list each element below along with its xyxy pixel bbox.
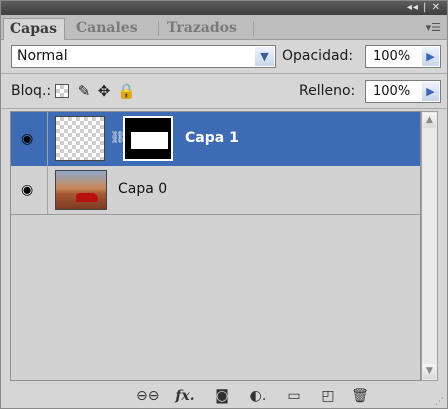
panel-window-controls[interactable]: ◂◂ | ✕	[407, 1, 441, 15]
layer-name[interactable]: Capa 0	[118, 181, 167, 197]
new-layer-icon[interactable]: ◰	[319, 387, 337, 405]
delete-icon[interactable]: 🗑	[351, 387, 369, 405]
panel-footer: ⊖⊖ fx. ◙ ◐. ▭ ◰ 🗑 ⋰	[1, 383, 447, 409]
layer-thumbnail[interactable]	[55, 170, 107, 210]
opacity-value: 100%	[373, 49, 411, 64]
visibility-cell[interactable]: ◉	[11, 166, 48, 214]
blend-mode-value: Normal	[17, 48, 68, 64]
car-image	[76, 193, 98, 202]
eye-icon[interactable]: ◉	[21, 132, 37, 146]
fill-field[interactable]: 100% ▶	[365, 80, 441, 103]
layers-panel: ◂◂ | ✕ Capas Canales Trazados ▾☰ Normal …	[0, 0, 448, 409]
tab-trazados[interactable]: Trazados	[161, 18, 253, 38]
tab-divider	[158, 21, 159, 36]
resize-grip-icon[interactable]: ⋰	[435, 397, 445, 407]
layer-mask-thumbnail[interactable]	[123, 116, 173, 161]
lock-transparency-icon[interactable]	[55, 84, 69, 98]
mask-white-area	[131, 132, 168, 149]
layers-list: ◉ ⛓ Capa 1 ◉ Capa 0	[10, 111, 421, 381]
fill-value: 100%	[373, 84, 411, 99]
layer-row-capa-0[interactable]: ◉ Capa 0	[11, 166, 420, 215]
chevron-down-icon[interactable]: ▼	[255, 47, 274, 66]
opacity-slider-arrow-icon[interactable]: ▶	[422, 47, 439, 66]
scroll-up-icon[interactable]: ▲	[423, 113, 436, 128]
layers-scrollbar[interactable]: ▲ ▼	[421, 111, 438, 381]
panel-menu-icon[interactable]: ▾☰	[426, 21, 441, 34]
lock-image-brush-icon[interactable]: ✎	[76, 83, 92, 99]
visibility-cell[interactable]: ◉	[11, 112, 48, 166]
panel-tabs: Capas Canales Trazados ▾☰	[1, 15, 447, 40]
fill-label: Relleno:	[299, 83, 356, 99]
link-layers-icon[interactable]: ⊖⊖	[136, 387, 159, 405]
adjustment-layer-icon[interactable]: ◐.	[248, 387, 268, 405]
add-mask-icon[interactable]: ◙	[213, 387, 231, 405]
panel-titlebar: ◂◂ | ✕	[1, 1, 447, 15]
blend-opacity-row: Normal ▼ Opacidad: 100% ▶	[1, 39, 447, 71]
opacity-label: Opacidad:	[282, 48, 354, 64]
divider	[1, 108, 447, 109]
divider	[1, 73, 447, 74]
tab-canales[interactable]: Canales	[70, 18, 156, 38]
layer-name[interactable]: Capa 1	[185, 130, 239, 146]
fill-slider-arrow-icon[interactable]: ▶	[422, 82, 439, 101]
tab-capas[interactable]: Capas	[3, 18, 65, 40]
eye-icon[interactable]: ◉	[21, 183, 37, 197]
lock-label: Bloq.:	[11, 83, 52, 99]
lock-all-padlock-icon[interactable]: 🔒	[117, 83, 136, 99]
lock-position-move-icon[interactable]: ✥	[96, 83, 112, 99]
scroll-down-icon[interactable]: ▼	[423, 364, 436, 379]
opacity-field[interactable]: 100% ▶	[365, 45, 441, 68]
fx-icon[interactable]: fx.	[173, 387, 197, 405]
blend-mode-select[interactable]: Normal ▼	[11, 45, 276, 68]
layer-thumbnail[interactable]	[55, 116, 105, 161]
tab-divider	[253, 21, 254, 36]
new-group-icon[interactable]: ▭	[285, 387, 303, 405]
layer-row-capa-1[interactable]: ◉ ⛓ Capa 1	[11, 112, 420, 166]
